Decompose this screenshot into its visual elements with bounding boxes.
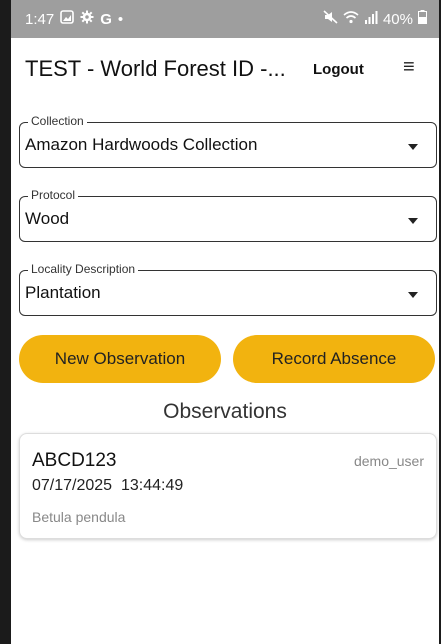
protocol-dropdown-arrow-icon[interactable] [408, 218, 418, 224]
locality-dropdown-arrow-icon[interactable] [408, 292, 418, 298]
google-notification-icon: G [100, 10, 112, 28]
locality-description-value: Plantation [25, 283, 101, 302]
collection-dropdown-arrow-icon[interactable] [408, 144, 418, 150]
app-bar: TEST - World Forest ID -... Logout ≡ [11, 38, 439, 102]
battery-icon [418, 10, 427, 28]
device-frame: 1:47 G • 40% TEST - World Forest ID -...… [8, 0, 441, 644]
wifi-icon [343, 10, 359, 28]
settings-notification-icon [80, 10, 94, 28]
observations-heading: Observations [163, 400, 287, 423]
protocol-select[interactable]: Protocol Wood [19, 188, 437, 242]
observation-card[interactable]: ABCD123 demo_user 07/17/2025 13:44:49 Be… [19, 433, 437, 539]
protocol-value: Wood [25, 209, 70, 228]
app-title: TEST - World Forest ID -... [25, 56, 286, 81]
observation-time: 13:44:49 [120, 477, 184, 494]
locality-description-label: Locality Description [28, 262, 139, 276]
record-absence-button[interactable]: Record Absence [233, 335, 435, 383]
status-bar: 1:47 G • 40% [11, 0, 439, 38]
app-screen: 1:47 G • 40% TEST - World Forest ID -...… [11, 0, 439, 644]
status-time: 1:47 [25, 10, 55, 28]
more-notifications-dot-icon: • [117, 10, 124, 28]
battery-level: 40% [382, 10, 413, 28]
observation-user: demo_user [353, 453, 424, 469]
mute-icon [323, 10, 338, 28]
observation-species: Betula pendula [32, 509, 126, 525]
protocol-label: Protocol [28, 188, 79, 202]
logout-button[interactable]: Logout [313, 61, 364, 78]
observation-datetime: 07/17/2025 13:44:49 [32, 477, 183, 495]
new-observation-button[interactable]: New Observation [19, 335, 221, 383]
collection-label: Collection [28, 114, 87, 128]
status-left: 1:47 G • [25, 10, 123, 28]
image-notification-icon [60, 10, 75, 28]
observation-id: ABCD123 [32, 450, 117, 471]
signal-icon [364, 10, 378, 28]
collection-select[interactable]: Collection Amazon Hardwoods Collection [19, 114, 437, 168]
hamburger-menu-icon[interactable]: ≡ [403, 56, 415, 79]
collection-value: Amazon Hardwoods Collection [25, 135, 258, 154]
observation-date: 07/17/2025 [32, 477, 113, 494]
locality-description-select[interactable]: Locality Description Plantation [19, 262, 437, 316]
status-right: 40% [323, 10, 427, 28]
